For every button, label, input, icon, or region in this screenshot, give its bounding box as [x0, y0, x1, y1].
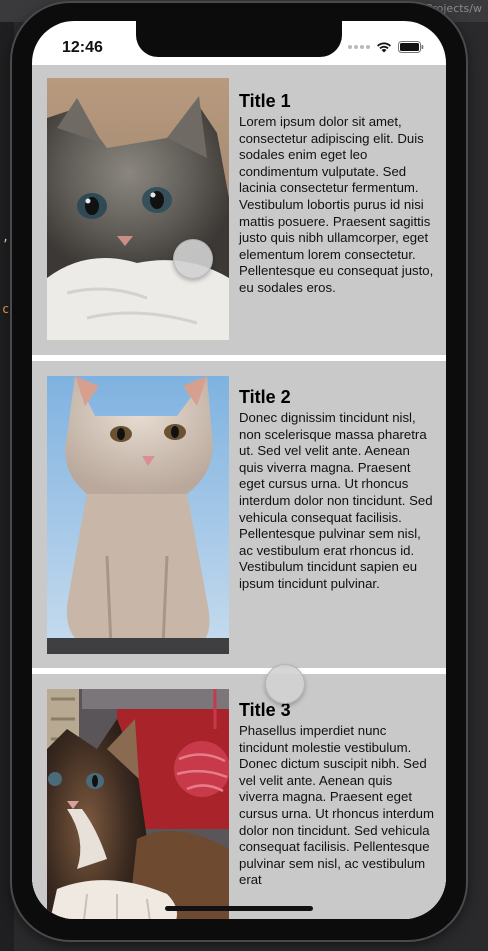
kitten-image	[47, 78, 229, 340]
cell-description: Lorem ipsum dolor sit amet, consectetur …	[239, 114, 434, 295]
kitten-image	[47, 689, 229, 919]
iphone-simulator-frame: 12:46 Title 1 Lorem ipsum dolor sit amet…	[12, 3, 466, 940]
ide-code-glyph: ,	[2, 230, 10, 244]
ide-code-glyph: c	[2, 302, 10, 316]
touch-indicator-circle	[265, 664, 305, 704]
battery-icon	[398, 41, 424, 53]
simulator-screen: 12:46 Title 1 Lorem ipsum dolor sit amet…	[32, 21, 446, 919]
table-cell[interactable]: Title 2 Donec dignissim tincidunt nisl, …	[32, 361, 446, 668]
table-cell[interactable]: Title 1 Lorem ipsum dolor sit amet, cons…	[32, 65, 446, 355]
device-notch	[136, 21, 342, 57]
cell-title: Title 2	[239, 387, 291, 407]
wifi-icon	[377, 42, 391, 53]
cell-title: Title 1	[239, 91, 291, 111]
touch-indicator-circle	[173, 239, 213, 279]
signal-dots-icon	[348, 45, 370, 49]
table-view[interactable]: Title 1 Lorem ipsum dolor sit amet, cons…	[32, 65, 446, 919]
status-time: 12:46	[62, 39, 103, 56]
cell-description: Phasellus imperdiet nunc tincidunt moles…	[239, 723, 434, 888]
table-cell[interactable]: Title 3 Phasellus imperdiet nunc tincidu…	[32, 674, 446, 919]
kitten-image	[47, 376, 229, 654]
home-indicator[interactable]	[165, 906, 313, 911]
cell-description: Donec dignissim tincidunt nisl, non scel…	[239, 410, 433, 591]
status-icons	[348, 41, 424, 53]
